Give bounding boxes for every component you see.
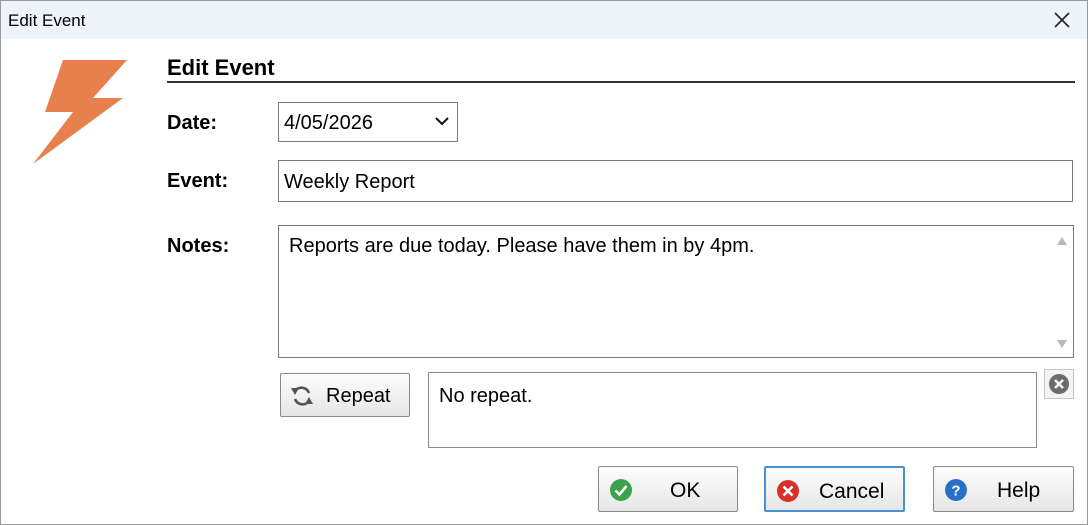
lightning-bolt-icon bbox=[33, 60, 127, 164]
clear-repeat-button[interactable] bbox=[1044, 369, 1074, 399]
repeat-summary: No repeat. bbox=[428, 372, 1037, 448]
repeat-summary-text: No repeat. bbox=[439, 385, 533, 407]
cancel-button[interactable]: Cancel bbox=[764, 466, 905, 512]
refresh-icon bbox=[291, 386, 313, 406]
svg-text:?: ? bbox=[951, 483, 960, 500]
notes-label: Notes: bbox=[167, 235, 230, 257]
event-value: Weekly Report bbox=[284, 171, 415, 193]
question-circle-icon: ? bbox=[945, 479, 967, 501]
notes-textarea[interactable]: Reports are due today. Please have them … bbox=[278, 225, 1074, 358]
help-button-label: Help bbox=[997, 479, 1041, 502]
ok-button-label: OK bbox=[670, 479, 701, 502]
date-dropdown[interactable]: 4/05/2026 bbox=[278, 102, 458, 142]
section-divider bbox=[167, 81, 1075, 83]
scroll-down-icon[interactable] bbox=[1056, 339, 1068, 349]
close-icon bbox=[1054, 12, 1070, 28]
chevron-down-icon bbox=[435, 117, 449, 126]
check-circle-icon bbox=[610, 479, 632, 501]
close-button[interactable] bbox=[1037, 1, 1087, 39]
repeat-button[interactable]: Repeat bbox=[280, 373, 410, 417]
edit-event-dialog: Edit Event Edit Event Date: 4/05/2026 Ev… bbox=[0, 0, 1088, 525]
clear-circle-icon bbox=[1049, 374, 1069, 394]
date-value: 4/05/2026 bbox=[284, 112, 373, 134]
ok-button[interactable]: OK bbox=[598, 466, 738, 512]
event-label: Event: bbox=[167, 170, 229, 192]
window-title: Edit Event bbox=[8, 11, 86, 30]
title-bar: Edit Event bbox=[1, 1, 1087, 39]
repeat-button-label: Repeat bbox=[326, 385, 391, 407]
notes-scrollbar[interactable] bbox=[1051, 226, 1073, 357]
event-input[interactable]: Weekly Report bbox=[278, 160, 1073, 202]
scroll-up-icon[interactable] bbox=[1056, 236, 1068, 246]
date-label: Date: bbox=[167, 112, 218, 134]
help-button[interactable]: ? Help bbox=[933, 466, 1074, 512]
notes-value: Reports are due today. Please have them … bbox=[289, 235, 755, 257]
x-circle-icon bbox=[777, 480, 799, 502]
section-heading: Edit Event bbox=[167, 55, 275, 80]
cancel-button-label: Cancel bbox=[819, 480, 885, 503]
